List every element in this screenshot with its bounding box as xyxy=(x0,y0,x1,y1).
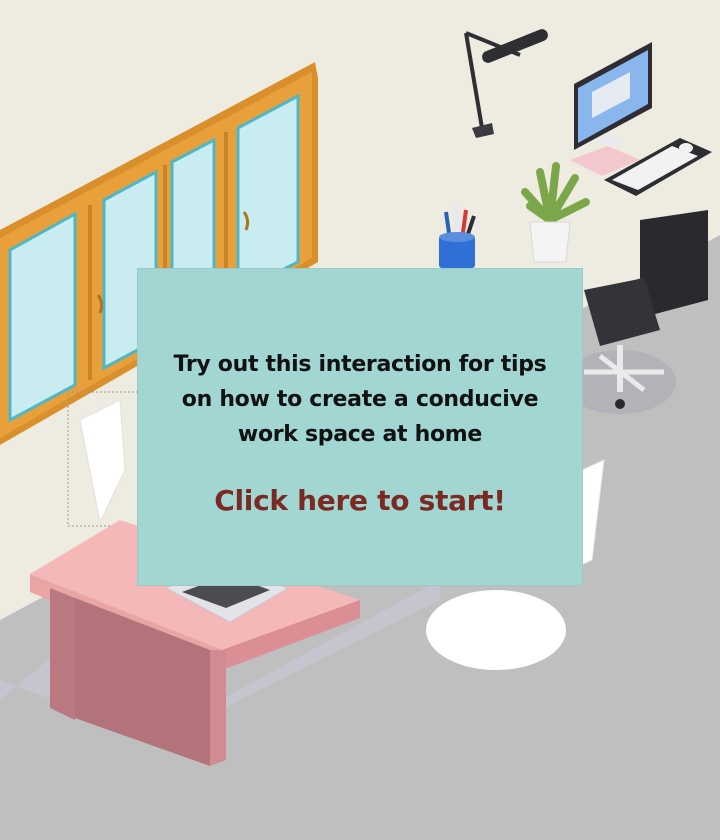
intro-message-line-3: work space at home xyxy=(237,422,483,447)
intro-dialog: Try out this interaction for tips on how… xyxy=(137,268,583,586)
intro-message-line-1: Try out this interaction for tips xyxy=(173,352,547,377)
intro-message: Try out this interaction for tips on how… xyxy=(138,347,582,452)
intro-message-line-2: on how to create a conducive xyxy=(181,387,539,412)
start-button[interactable]: Click here to start! xyxy=(138,481,582,521)
slide-stage: Try out this interaction for tips on how… xyxy=(0,0,720,840)
